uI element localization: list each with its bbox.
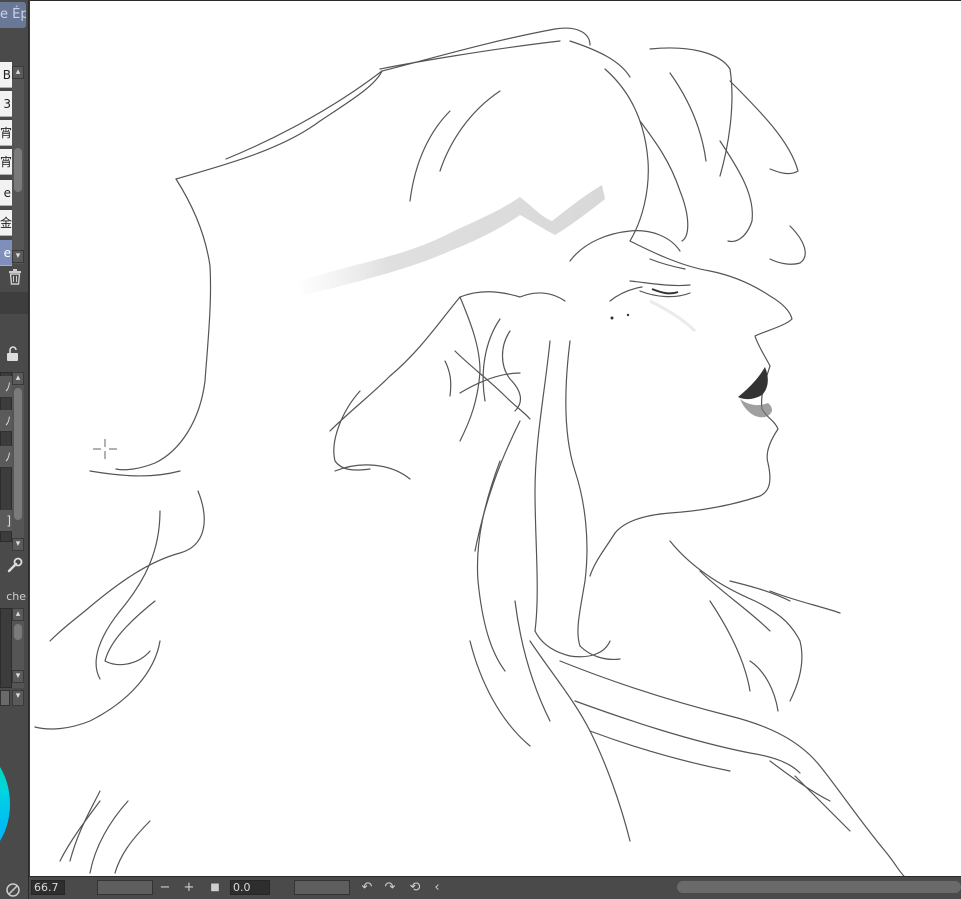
rotation-input[interactable]: 0.0 — [230, 880, 270, 895]
hair-highlight — [295, 185, 605, 295]
zoom-out-button[interactable]: − — [157, 879, 173, 897]
scrollbar-thumb[interactable] — [14, 148, 22, 192]
layer-list-item[interactable]: 宵 — [0, 120, 12, 146]
property-box — [0, 608, 12, 688]
fit-button[interactable]: ■ — [207, 879, 223, 897]
scroll-up-button[interactable]: ▴ — [12, 608, 24, 621]
crosshair-cursor-icon — [93, 439, 117, 459]
scrollbar-thumb[interactable] — [14, 388, 22, 520]
left-side-panel: e Ép B 3 宵 宵 e 金 e ▴ ▾ ﾉ ﾉ ﾉ ] ▴ ▾ che ▴… — [0, 0, 29, 899]
scroll-up-button[interactable]: ▴ — [12, 66, 24, 79]
tool-list-item[interactable]: ] — [0, 510, 12, 532]
scroll-down-button[interactable]: ▾ — [12, 250, 24, 263]
color-dropdown-button[interactable]: ▾ — [12, 690, 24, 706]
tool-list-item[interactable]: ﾉ — [0, 410, 12, 432]
wrench-icon[interactable] — [5, 556, 25, 578]
layer-list-item[interactable]: 金 — [0, 210, 12, 236]
rotation-slider[interactable] — [294, 880, 350, 895]
lower-lip-shape — [740, 399, 772, 418]
app-window: e Ép B 3 宵 宵 e 金 e ▴ ▾ ﾉ ﾉ ﾉ ] ▴ ▾ che ▴… — [0, 0, 961, 899]
panel-tab[interactable]: e Ép — [0, 2, 26, 28]
panel-divider — [0, 292, 28, 314]
color-mode-button[interactable] — [0, 690, 10, 706]
scroll-up-button[interactable]: ▴ — [12, 372, 24, 385]
tool-list-item[interactable]: ﾉ — [0, 376, 12, 398]
lips-shape — [738, 367, 768, 400]
lock-icon[interactable] — [3, 346, 23, 366]
color-wheel[interactable] — [0, 744, 10, 864]
status-bar: 66.7 − + ■ 0.0 ↶ ↷ ⟲ ‹ — [29, 876, 961, 899]
layer-list-item[interactable]: B — [0, 62, 12, 88]
scroll-down-button[interactable]: ▾ — [12, 538, 24, 551]
rotate-left-button[interactable]: ↶ — [359, 879, 375, 897]
layer-list-item[interactable]: 宵 — [0, 149, 12, 175]
reset-rotation-button[interactable]: ⟲ — [407, 879, 423, 897]
layer-list-item[interactable]: 3 — [0, 91, 12, 117]
layer-list-item-selected[interactable]: e — [0, 240, 12, 266]
tool-property-label: che — [6, 590, 26, 603]
zoom-in-button[interactable]: + — [181, 879, 197, 897]
layer-list-item[interactable]: e — [0, 180, 12, 206]
zoom-input[interactable]: 66.7 — [31, 880, 65, 895]
sketch-artwork — [34, 27, 906, 877]
drawing-canvas[interactable] — [30, 0, 961, 877]
zoom-slider[interactable] — [97, 880, 153, 895]
horizontal-scrollbar-thumb[interactable] — [677, 881, 961, 893]
scroll-left-button[interactable]: ‹ — [429, 879, 445, 897]
color-settings-icon[interactable] — [3, 882, 23, 899]
scroll-down-button[interactable]: ▾ — [12, 670, 24, 683]
tool-list-item[interactable]: ﾉ — [0, 446, 12, 468]
rotate-right-button[interactable]: ↷ — [382, 879, 398, 897]
trash-icon[interactable] — [5, 269, 25, 289]
scrollbar-thumb[interactable] — [14, 624, 22, 640]
